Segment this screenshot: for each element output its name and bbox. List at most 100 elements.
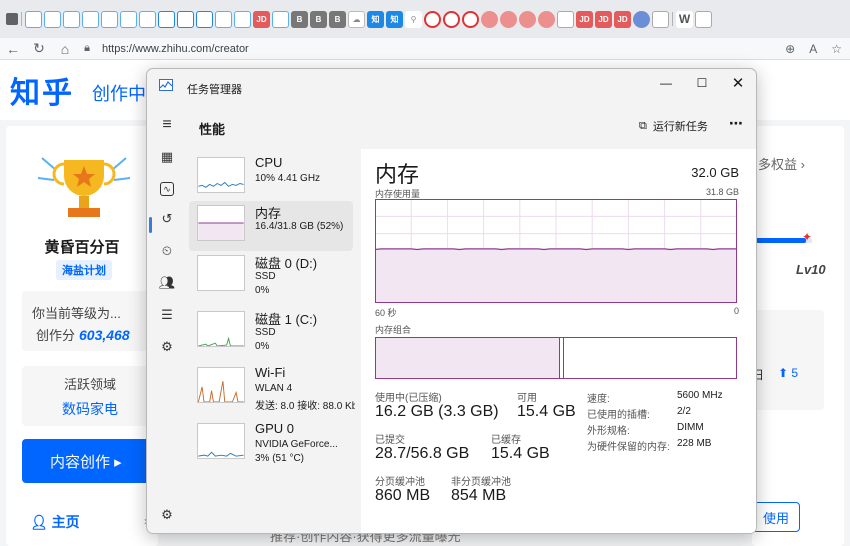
zhihu-profile-card: 黄昏百分百 海盐计划 你当前等级为... 创作分 603,468 活跃领域 数码家… <box>6 126 158 546</box>
paged-pool-label: 分页缓冲池 <box>375 477 425 488</box>
tab-favicon-bilibili[interactable] <box>158 10 175 28</box>
level-label: Lv10 <box>796 262 826 277</box>
tab-favicon-zhihu[interactable]: 知 <box>367 10 384 28</box>
tab-favicon-page[interactable] <box>695 10 712 28</box>
tab-favicon-circle[interactable] <box>462 10 479 28</box>
tab-favicon-round[interactable] <box>538 10 555 28</box>
tab-favicon-bilibili[interactable] <box>139 10 156 28</box>
device-memory[interactable]: 内存 16.4/31.8 GB (52%) <box>189 201 353 251</box>
window-title: 任务管理器 <box>187 84 242 96</box>
device-wifi[interactable]: Wi-Fi WLAN 4 发送: 8.0 接收: 88.0 Kb <box>189 363 355 413</box>
spec-speed-label: 速度: <box>587 394 610 405</box>
tab-favicon-w[interactable]: W <box>676 10 693 28</box>
device-type: SSD <box>255 327 276 338</box>
tab-favicon-bilibili[interactable] <box>63 10 80 28</box>
more-rights-link[interactable]: 多权益 › <box>758 154 805 173</box>
read-aloud-icon[interactable]: A <box>809 42 817 56</box>
wifi-sparkline <box>197 367 245 403</box>
tab-favicon-bilibili[interactable] <box>272 10 289 28</box>
close-icon[interactable]: ✕ <box>725 73 751 93</box>
refresh-icon[interactable]: ↻ <box>26 38 52 60</box>
device-disk-1[interactable]: 磁盘 1 (C:) SSD 0% <box>189 307 353 357</box>
tab-favicon-circle[interactable] <box>443 10 460 28</box>
tab-favicon-round[interactable] <box>519 10 536 28</box>
services-icon[interactable]: ⚙ <box>157 337 177 357</box>
tab-favicon-jd[interactable]: JD <box>253 10 270 28</box>
sidebar-item-home[interactable]: 👤︎ 主页 <box>30 512 80 532</box>
tab-favicon-jd[interactable]: JD <box>595 10 612 28</box>
domain-value[interactable]: 数码家电 <box>22 399 158 419</box>
startup-apps-icon[interactable]: ⏲ <box>157 241 177 261</box>
app-history-icon[interactable]: ↺ <box>157 209 177 229</box>
tab-favicon-round[interactable] <box>500 10 517 28</box>
promo-number: ⬆ 5 <box>778 366 799 380</box>
program-badge[interactable]: 海盐计划 <box>56 260 112 280</box>
device-disk-0[interactable]: 磁盘 0 (D:) SSD 0% <box>189 251 353 301</box>
spec-form-value: DIMM <box>677 422 704 433</box>
use-button[interactable]: 使用 <box>752 502 800 532</box>
tab-favicon-document[interactable]: B <box>329 10 346 28</box>
task-manager-window[interactable]: 任务管理器 — ☐ ✕ ≡ ▦ ∿ ↺ ⏲ 👥︎ ☰ ⚙ ⚙ 性能 ⧉ 运行新任务… <box>146 68 757 534</box>
tab-favicon-jd[interactable]: JD <box>576 10 593 28</box>
favorite-icon[interactable]: ☆ <box>831 42 842 56</box>
tab-favicon-bilibili[interactable] <box>215 10 232 28</box>
device-cpu[interactable]: CPU 10% 4.41 GHz <box>189 153 353 203</box>
cached-value: 15.4 GB <box>491 445 550 462</box>
tab-favicon-cloud[interactable]: ☁ <box>348 10 365 28</box>
more-options-icon[interactable]: ⋯ <box>729 115 743 132</box>
details-icon[interactable]: ☰ <box>157 305 177 325</box>
score-row: 创作分 603,468 <box>36 325 130 344</box>
minimize-icon[interactable]: — <box>653 73 679 93</box>
content-create-button[interactable]: 内容创作 ▸ <box>22 439 158 483</box>
tab-favicon-bilibili[interactable] <box>234 10 251 28</box>
memory-composition-bar <box>375 337 737 379</box>
rocket-icon: ✦ <box>802 230 813 244</box>
device-name: 磁盘 1 (C:) <box>255 312 318 327</box>
tab-favicon-bilibili[interactable] <box>177 10 194 28</box>
lock-icon[interactable]: 🔒︎ <box>78 38 96 60</box>
tab-favicon-round[interactable] <box>481 10 498 28</box>
tab-favicon-bilibili[interactable] <box>101 10 118 28</box>
maximize-icon[interactable]: ☐ <box>689 73 715 93</box>
tab-favicon-search[interactable]: ⚲ <box>405 10 422 28</box>
tab-favicon-circle[interactable] <box>424 10 441 28</box>
run-new-task-button[interactable]: ⧉ 运行新任务 <box>639 118 708 134</box>
url-text[interactable]: https://www.zhihu.com/creator <box>102 43 249 55</box>
tab-favicon-bilibili[interactable] <box>82 10 99 28</box>
tab-favicon-bilibili[interactable] <box>25 10 42 28</box>
window-menu-icon[interactable] <box>6 13 18 25</box>
tab-favicon-document[interactable]: B <box>310 10 327 28</box>
tab-favicon-bilibili[interactable] <box>196 10 213 28</box>
memory-title: 内存 <box>375 162 420 187</box>
spec-reserved-label: 为硬件保留的内存: <box>587 442 670 453</box>
zoom-icon[interactable]: ⊕ <box>785 42 795 56</box>
tab-favicon-zhihu[interactable]: 知 <box>386 10 403 28</box>
tab-separator <box>672 12 673 26</box>
users-icon[interactable]: 👥︎ <box>157 273 177 293</box>
tab-favicon-page[interactable] <box>557 10 574 28</box>
processes-icon[interactable]: ▦ <box>157 147 177 167</box>
disk1-sparkline <box>197 311 245 347</box>
device-gpu[interactable]: GPU 0 NVIDIA GeForce... 3% (51 °C) <box>189 419 353 469</box>
tab-separator <box>21 12 22 26</box>
time-axis-right: 0 <box>733 306 739 316</box>
device-name: GPU 0 <box>255 421 295 436</box>
back-icon[interactable]: ← <box>0 38 26 60</box>
device-detail: 0% <box>255 341 270 352</box>
device-name: CPU <box>255 155 283 170</box>
promo-box <box>752 310 824 410</box>
run-new-task-label: 运行新任务 <box>652 121 708 133</box>
tab-favicon-document[interactable]: B <box>291 10 308 28</box>
task-manager-app-icon <box>159 79 173 91</box>
user-name: 黄昏百分百 <box>44 239 120 256</box>
tab-favicon-bilibili[interactable] <box>120 10 137 28</box>
hamburger-menu-icon[interactable]: ≡ <box>157 115 177 135</box>
tab-favicon-page[interactable] <box>652 10 669 28</box>
home-icon[interactable]: ⌂ <box>52 38 78 60</box>
performance-icon[interactable]: ∿ <box>160 182 174 196</box>
settings-icon[interactable]: ⚙ <box>157 505 177 525</box>
tab-favicon-round[interactable] <box>633 10 650 28</box>
tab-favicon-jd[interactable]: JD <box>614 10 631 28</box>
zhihu-logo[interactable]: 知乎 <box>10 68 74 112</box>
tab-favicon-bilibili[interactable] <box>44 10 61 28</box>
